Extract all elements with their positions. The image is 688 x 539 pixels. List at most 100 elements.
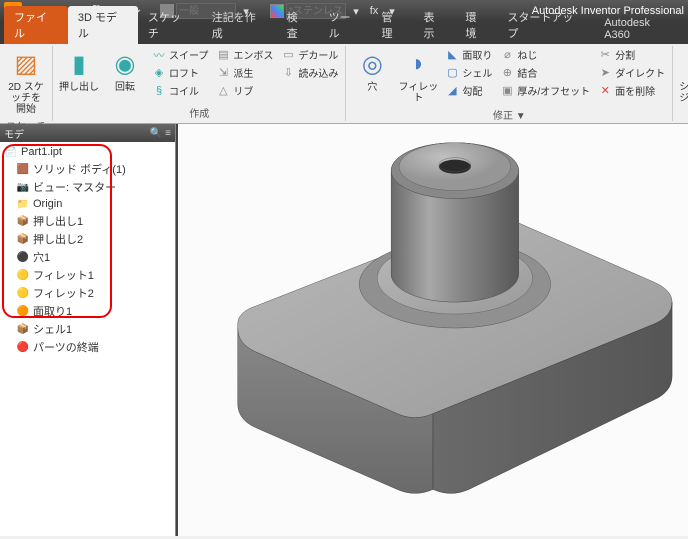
model-browser-header: モデ 🔍 ≡ bbox=[0, 124, 175, 142]
loft-button[interactable]: ◈ロフト bbox=[149, 64, 211, 81]
tree-item[interactable]: 📷ビュー: マスター bbox=[2, 178, 173, 196]
tree-item-icon: 📄 bbox=[4, 145, 18, 159]
tree-item-icon: 📦 bbox=[16, 322, 30, 336]
model-browser-title: モデ bbox=[4, 126, 24, 141]
model-browser: モデ 🔍 ≡ 📄Part1.ipt🟫ソリッド ボディ(1)📷ビュー: マスター📁… bbox=[0, 124, 176, 536]
tree-item-label: 押し出し1 bbox=[33, 213, 83, 229]
tree-item-icon: 📁 bbox=[16, 197, 30, 211]
sweep-button[interactable]: 〰スイープ bbox=[149, 46, 211, 63]
delete-face-icon: ✕ bbox=[598, 84, 612, 98]
thicken-icon: ▣ bbox=[500, 84, 514, 98]
tree-item-icon: 🟡 bbox=[16, 286, 30, 300]
revolve-icon: ◉ bbox=[109, 48, 141, 80]
ribbon-group-create: ▮ 押し出し ◉ 回転 〰スイープ ◈ロフト §コイル ▤エンボス ⇲派生 △リ… bbox=[53, 46, 346, 121]
derive-button[interactable]: ⇲派生 bbox=[213, 64, 276, 81]
delete-face-button[interactable]: ✕面を削除 bbox=[595, 82, 668, 99]
tree-item-icon: 📷 bbox=[16, 180, 30, 194]
tree-item-icon: 🔴 bbox=[16, 340, 30, 354]
tab-3d-model[interactable]: 3D モデル bbox=[68, 6, 138, 44]
tab-manage[interactable]: 管理 bbox=[372, 6, 414, 44]
tree-item-label: 面取り1 bbox=[33, 303, 72, 319]
fillet-icon: ◗ bbox=[402, 48, 434, 80]
import-icon: ⇩ bbox=[281, 66, 295, 80]
draft-icon: ◢ bbox=[445, 84, 459, 98]
emboss-button[interactable]: ▤エンボス bbox=[213, 46, 276, 63]
shape-generator-button[interactable]: ◆ シェイプ ジェネレータ bbox=[677, 46, 688, 117]
shell-button[interactable]: ▢シェル bbox=[442, 64, 495, 81]
tree-item-label: 押し出し2 bbox=[33, 231, 83, 247]
fillet-button[interactable]: ◗ フィレット bbox=[396, 46, 440, 106]
tree-item[interactable]: 📁Origin bbox=[2, 196, 173, 212]
rib-button[interactable]: △リブ bbox=[213, 82, 276, 99]
tree-item-icon: 🟡 bbox=[16, 268, 30, 282]
split-icon: ✂ bbox=[598, 48, 612, 62]
chamfer-icon: ◣ bbox=[445, 48, 459, 62]
tab-inspect[interactable]: 検査 bbox=[277, 6, 319, 44]
tree-item[interactable]: 📦押し出し1 bbox=[2, 212, 173, 230]
tree-item-icon: 📦 bbox=[16, 232, 30, 246]
tree-item-icon: ⚫ bbox=[16, 250, 30, 264]
tree-item[interactable]: 🔴パーツの終端 bbox=[2, 338, 173, 356]
tab-environment[interactable]: 環境 bbox=[455, 6, 497, 44]
model-tree: 📄Part1.ipt🟫ソリッド ボディ(1)📷ビュー: マスター📁Origin📦… bbox=[0, 142, 175, 536]
tree-item[interactable]: 🟫ソリッド ボディ(1) bbox=[2, 160, 173, 178]
thread-button[interactable]: ⌀ねじ bbox=[497, 46, 593, 63]
tree-item[interactable]: 🟠面取り1 bbox=[2, 302, 173, 320]
tree-item-label: Part1.ipt bbox=[21, 146, 62, 158]
tree-item-label: シェル1 bbox=[33, 321, 72, 337]
tree-item-label: ビュー: マスター bbox=[33, 179, 116, 195]
start-2d-sketch-button[interactable]: ▨ 2D スケッチを 開始 bbox=[4, 46, 48, 117]
tab-sketch[interactable]: スケッチ bbox=[138, 6, 202, 44]
thicken-button[interactable]: ▣厚み/オフセット bbox=[497, 82, 593, 99]
shell-icon: ▢ bbox=[445, 66, 459, 80]
tree-item-label: パーツの終端 bbox=[33, 339, 99, 355]
extrude-button[interactable]: ▮ 押し出し bbox=[57, 46, 101, 95]
tree-item[interactable]: 🟡フィレット1 bbox=[2, 266, 173, 284]
search-icon[interactable]: 🔍 ≡ bbox=[150, 128, 171, 139]
revolve-button[interactable]: ◉ 回転 bbox=[103, 46, 147, 95]
rib-icon: △ bbox=[216, 84, 230, 98]
tree-item[interactable]: ⚫穴1 bbox=[2, 248, 173, 266]
tree-item-label: 穴1 bbox=[33, 249, 50, 265]
tab-a360[interactable]: Autodesk A360 bbox=[594, 14, 688, 44]
coil-button[interactable]: §コイル bbox=[149, 82, 211, 99]
tree-item-label: ソリッド ボディ(1) bbox=[33, 161, 126, 177]
tree-item-label: Origin bbox=[33, 198, 62, 210]
emboss-icon: ▤ bbox=[216, 48, 230, 62]
derive-icon: ⇲ bbox=[216, 66, 230, 80]
direct-icon: ➤ bbox=[598, 66, 612, 80]
tab-file[interactable]: ファイル bbox=[4, 6, 68, 44]
tab-tools[interactable]: ツール bbox=[319, 6, 372, 44]
tab-annotate[interactable]: 注記を作成 bbox=[202, 6, 277, 44]
combine-button[interactable]: ⊕結合 bbox=[497, 64, 593, 81]
combine-icon: ⊕ bbox=[500, 66, 514, 80]
ribbon-tab-strip: ファイル 3D モデル スケッチ 注記を作成 検査 ツール 管理 表示 環境 ス… bbox=[0, 22, 688, 44]
loft-icon: ◈ bbox=[152, 66, 166, 80]
sketch-icon: ▨ bbox=[10, 48, 42, 80]
tree-item[interactable]: 🟡フィレット2 bbox=[2, 284, 173, 302]
split-button[interactable]: ✂分割 bbox=[595, 46, 668, 63]
tree-item[interactable]: 📦押し出し2 bbox=[2, 230, 173, 248]
viewport-3d[interactable] bbox=[176, 124, 688, 536]
hole-button[interactable]: ◎ 穴 bbox=[350, 46, 394, 95]
tab-startup[interactable]: スタートアップ bbox=[497, 6, 594, 44]
tree-item-icon: 🟠 bbox=[16, 304, 30, 318]
tree-item-label: フィレット1 bbox=[33, 267, 94, 283]
model-3d-render bbox=[178, 124, 688, 536]
sweep-icon: 〰 bbox=[152, 48, 166, 62]
decal-icon: ▭ bbox=[281, 48, 295, 62]
group-label: 修正 ▼ bbox=[493, 106, 526, 123]
thread-icon: ⌀ bbox=[500, 48, 514, 62]
import-button[interactable]: ⇩読み込み bbox=[278, 64, 341, 81]
tree-item[interactable]: 📄Part1.ipt bbox=[2, 144, 173, 160]
chamfer-button[interactable]: ◣面取り bbox=[442, 46, 495, 63]
ribbon: ▨ 2D スケッチを 開始 スケッチ ▮ 押し出し ◉ 回転 〰スイープ ◈ロフ… bbox=[0, 44, 688, 124]
decal-button[interactable]: ▭デカール bbox=[278, 46, 341, 63]
extrude-icon: ▮ bbox=[63, 48, 95, 80]
tab-view[interactable]: 表示 bbox=[413, 6, 455, 44]
direct-button[interactable]: ➤ダイレクト bbox=[595, 64, 668, 81]
draft-button[interactable]: ◢勾配 bbox=[442, 82, 495, 99]
tree-item[interactable]: 📦シェル1 bbox=[2, 320, 173, 338]
main-area: モデ 🔍 ≡ 📄Part1.ipt🟫ソリッド ボディ(1)📷ビュー: マスター📁… bbox=[0, 124, 688, 536]
coil-icon: § bbox=[152, 84, 166, 98]
